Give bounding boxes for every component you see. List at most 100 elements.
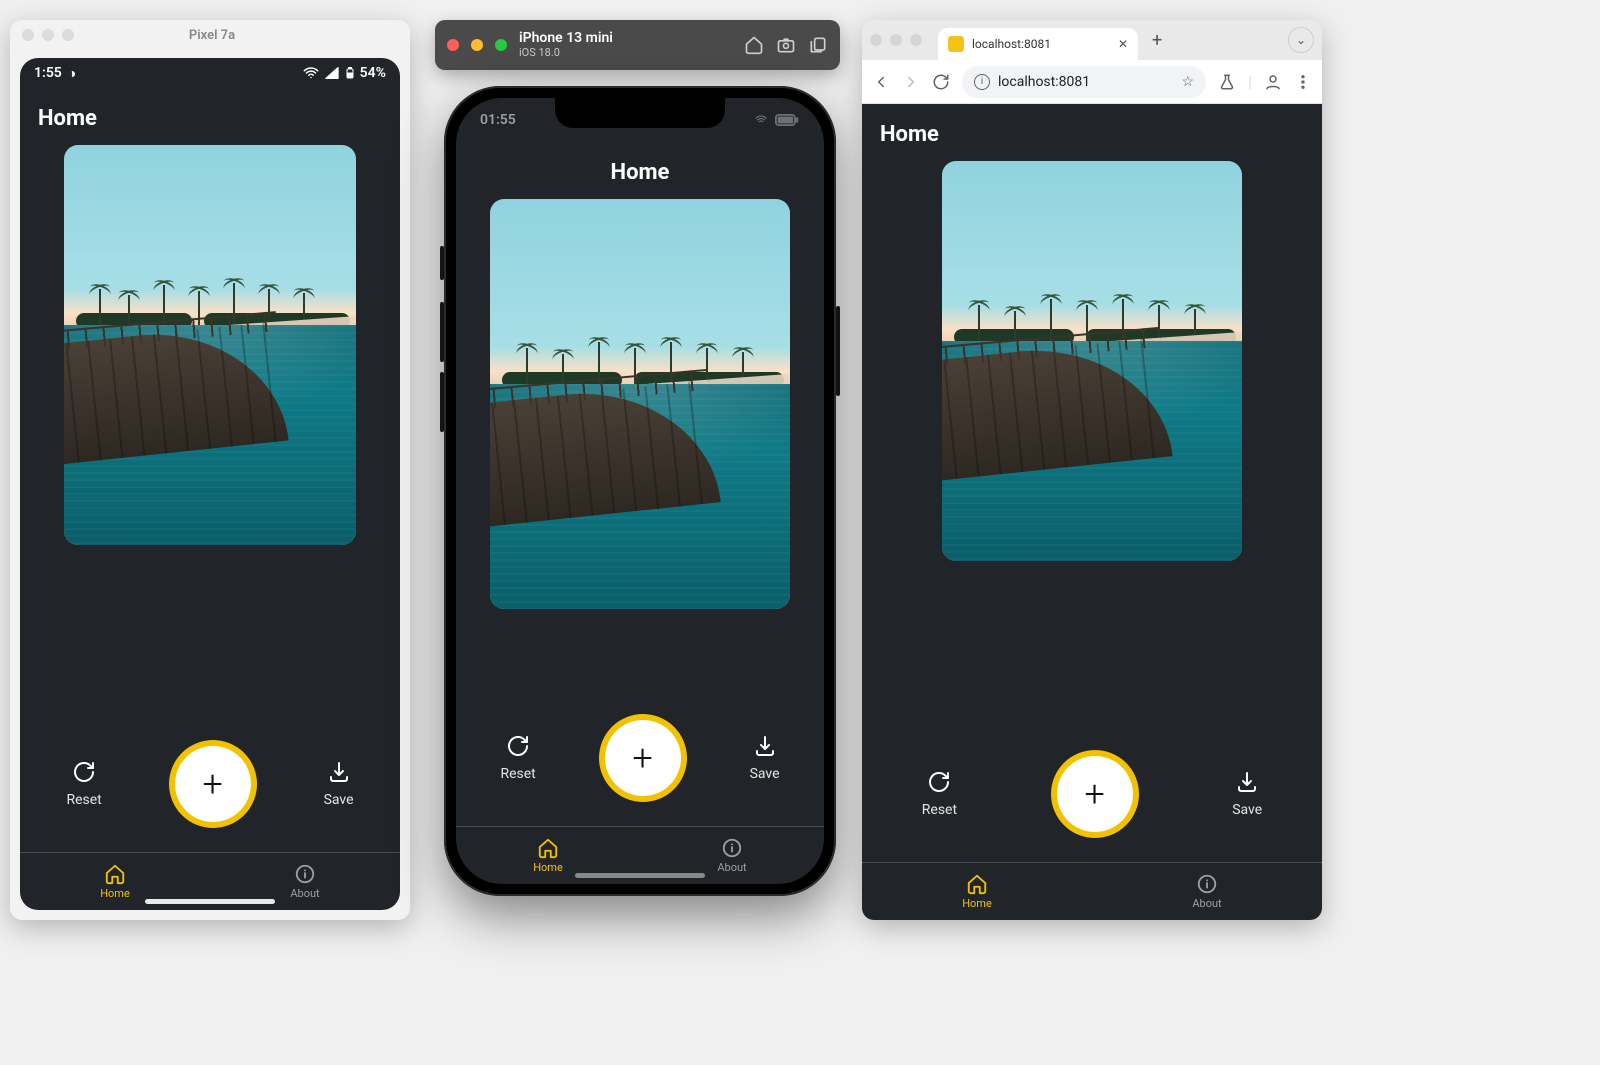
save-button[interactable]: Save — [324, 760, 354, 808]
menu-icon[interactable] — [1294, 73, 1312, 91]
reset-icon — [72, 760, 96, 784]
info-icon — [294, 863, 316, 885]
tab-about[interactable]: About — [1092, 863, 1322, 920]
iphone-notch — [555, 98, 725, 128]
tab-overflow-button[interactable]: ⌄ — [1288, 27, 1314, 53]
ios-simulator-titlebar[interactable]: iPhone 13 mini iOS 18.0 — [435, 20, 840, 70]
favicon-icon — [948, 36, 964, 52]
status-app-icon: ◑ — [68, 65, 76, 82]
reset-button[interactable]: Reset — [500, 734, 535, 782]
back-icon[interactable] — [872, 73, 890, 91]
labs-icon[interactable] — [1218, 73, 1236, 91]
main-image — [64, 145, 356, 545]
save-button[interactable]: Save — [750, 734, 780, 782]
tab-about-label: About — [717, 861, 746, 874]
sim-os-version: iOS 18.0 — [519, 47, 613, 59]
traffic-close-icon[interactable] — [870, 34, 882, 46]
reset-button[interactable]: Reset — [922, 770, 957, 818]
plus-icon: + — [202, 766, 222, 802]
chrome-tab-strip: localhost:8081 ✕ + ⌄ — [862, 20, 1322, 60]
android-device-screen: 1:55 ◑ 54% Home — [20, 58, 400, 910]
home-icon — [966, 873, 988, 895]
plus-icon: + — [632, 740, 652, 776]
ios-simulator-window: iPhone 13 mini iOS 18.0 01:55 — [435, 20, 845, 896]
reset-label: Reset — [500, 766, 535, 782]
chrome-toolbar: i localhost:8081 ☆ | — [862, 60, 1322, 104]
browser-tab[interactable]: localhost:8081 ✕ — [938, 28, 1138, 60]
new-tab-button[interactable]: + — [1146, 30, 1168, 51]
reload-icon[interactable] — [932, 73, 950, 91]
sim-device-name: iPhone 13 mini — [519, 30, 613, 46]
download-icon — [753, 734, 777, 758]
profile-icon[interactable] — [1264, 73, 1282, 91]
tab-home-label: Home — [100, 887, 130, 900]
info-icon — [1196, 873, 1218, 895]
tab-home-label: Home — [962, 897, 992, 910]
tab-close-icon[interactable]: ✕ — [1118, 37, 1128, 51]
page-title: Home — [38, 106, 97, 131]
iphone-screen: 01:55 Home — [456, 98, 824, 884]
plus-icon: + — [1084, 776, 1104, 812]
iphone-device-frame: 01:55 Home — [444, 86, 836, 896]
app-root-ios: Home — [456, 142, 824, 884]
main-image — [942, 161, 1242, 561]
page-title: Home — [611, 160, 670, 185]
traffic-max-icon[interactable] — [495, 39, 507, 51]
traffic-min-icon[interactable] — [890, 34, 902, 46]
download-icon — [1235, 770, 1259, 794]
reset-icon — [927, 770, 951, 794]
traffic-max-icon[interactable] — [910, 34, 922, 46]
add-button[interactable]: + — [175, 746, 251, 822]
bookmark-icon[interactable]: ☆ — [1182, 74, 1195, 90]
status-time: 01:55 — [480, 112, 516, 128]
sim-screenshot-icon[interactable] — [776, 35, 796, 55]
tab-about-label: About — [1192, 897, 1221, 910]
android-window-titlebar[interactable]: Pixel 7a — [10, 20, 410, 50]
wifi-icon — [302, 64, 320, 82]
reset-button[interactable]: Reset — [66, 760, 101, 808]
traffic-max-icon[interactable] — [62, 29, 74, 41]
site-info-icon[interactable]: i — [974, 74, 990, 90]
action-row: Reset + Save — [862, 730, 1322, 862]
status-time: 1:55 — [34, 65, 62, 81]
traffic-min-icon[interactable] — [42, 29, 54, 41]
save-label: Save — [1232, 802, 1262, 818]
battery-icon — [344, 65, 356, 81]
address-text: localhost:8081 — [998, 74, 1090, 90]
save-label: Save — [324, 792, 354, 808]
sim-home-icon[interactable] — [744, 35, 764, 55]
signal-icon — [324, 65, 340, 81]
save-button[interactable]: Save — [1232, 770, 1262, 818]
app-root-android: Home — [20, 88, 400, 910]
address-bar[interactable]: i localhost:8081 ☆ — [962, 66, 1206, 98]
add-button[interactable]: + — [1057, 756, 1133, 832]
chrome-window: localhost:8081 ✕ + ⌄ i localhost:8081 ☆ … — [862, 20, 1322, 920]
traffic-close-icon[interactable] — [447, 39, 459, 51]
home-icon — [537, 837, 559, 859]
tab-home-label: Home — [533, 861, 563, 874]
action-row: Reset + Save — [20, 720, 400, 852]
traffic-min-icon[interactable] — [471, 39, 483, 51]
download-icon — [327, 760, 351, 784]
tab-about-label: About — [290, 887, 319, 900]
main-image — [490, 199, 790, 609]
android-status-bar: 1:55 ◑ 54% — [20, 58, 400, 88]
ios-home-indicator[interactable] — [575, 873, 705, 878]
traffic-close-icon[interactable] — [22, 29, 34, 41]
wifi-icon — [752, 113, 770, 127]
reset-label: Reset — [922, 802, 957, 818]
battery-icon — [774, 114, 800, 126]
android-emulator-window: Pixel 7a 1:55 ◑ 54% Home — [10, 20, 410, 920]
android-window-title: Pixel 7a — [74, 28, 350, 43]
android-nav-pill[interactable] — [145, 899, 275, 904]
forward-icon[interactable] — [902, 73, 920, 91]
tab-title: localhost:8081 — [972, 37, 1051, 51]
page-title: Home — [880, 122, 939, 147]
sim-copy-icon[interactable] — [808, 35, 828, 55]
info-icon — [721, 837, 743, 859]
status-battery: 54% — [360, 65, 386, 81]
tab-home[interactable]: Home — [862, 863, 1092, 920]
add-button[interactable]: + — [605, 720, 681, 796]
save-label: Save — [750, 766, 780, 782]
reset-label: Reset — [66, 792, 101, 808]
